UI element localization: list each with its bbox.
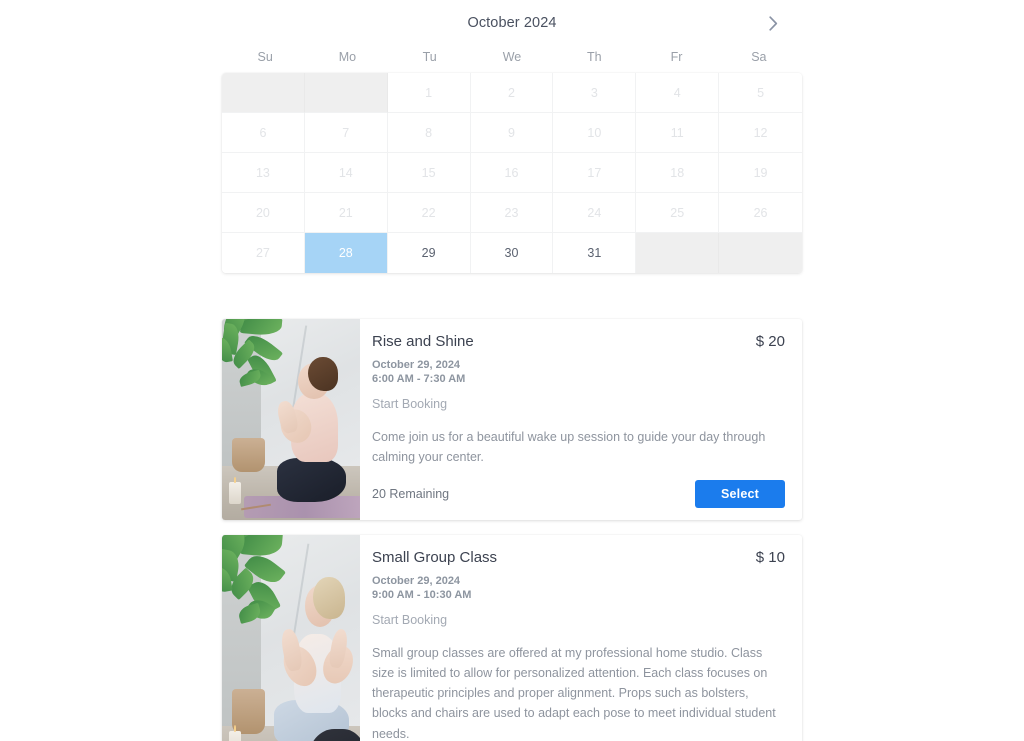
weekday-th: Th	[586, 50, 602, 64]
class-card: Small Group Class $ 10 October 29, 2024 9:0…	[222, 535, 802, 741]
class-date: October 29, 2024	[372, 575, 461, 587]
class-card-body: Small Group Class $ 10 October 29, 2024 9:0…	[360, 535, 802, 741]
class-price: $ 10	[755, 549, 785, 566]
class-remaining-count: 20 Remaining	[372, 487, 450, 501]
class-title: Small Group Class	[372, 549, 498, 566]
calendar-day-30[interactable]: 30	[470, 233, 554, 273]
weekday-we: We	[502, 50, 522, 64]
weekday-mo: Mo	[338, 50, 357, 64]
calendar-day-25: 25	[636, 193, 720, 233]
calendar-cell-empty	[222, 73, 305, 113]
calendar-day-23: 23	[470, 193, 554, 233]
calendar-weekday-row: Su Mo Tu We Th Fr Sa	[222, 50, 802, 73]
class-time: 6:00 AM - 7:30 AM	[372, 372, 466, 385]
calendar-day-13: 13	[222, 153, 305, 193]
class-description: Small group classes are offered at my pr…	[372, 645, 776, 741]
chevron-right-icon[interactable]	[762, 12, 784, 34]
calendar-day-27: 27	[222, 233, 305, 273]
class-card-body: Rise and Shine $ 20 October 29, 2024 6:00 A…	[360, 319, 802, 520]
booking-page: October 2024 Su Mo Tu We Th Fr Sa 123456…	[0, 0, 1024, 741]
calendar-day-8: 8	[387, 113, 471, 153]
class-title: Rise and Shine	[372, 333, 474, 350]
calendar-day-4: 4	[636, 73, 720, 113]
class-footer-row: 20 Remaining Select	[372, 480, 785, 508]
calendar-day-22: 22	[387, 193, 471, 233]
class-price: $ 20	[755, 333, 785, 350]
class-thumbnail	[222, 319, 360, 520]
calendar-day-9: 9	[470, 113, 554, 153]
calendar-day-14: 14	[304, 153, 388, 193]
calendar-day-28[interactable]: 28	[304, 233, 388, 273]
calendar-day-12: 12	[719, 113, 802, 153]
calendar-cell-empty	[636, 233, 720, 273]
weekday-sa: Sa	[751, 50, 767, 64]
class-description: Come join us for a beautiful wake up ses…	[372, 429, 766, 464]
calendar-day-21: 21	[304, 193, 388, 233]
calendar-day-11: 11	[636, 113, 720, 153]
class-thumbnail	[222, 535, 360, 741]
calendar-day-6: 6	[222, 113, 305, 153]
weekday-su: Su	[257, 50, 273, 64]
class-booking-status: Start Booking	[372, 612, 448, 627]
calendar-cell-empty	[719, 233, 802, 273]
calendar-day-7: 7	[304, 113, 388, 153]
calendar: October 2024 Su Mo Tu We Th Fr Sa 123456…	[222, 0, 802, 273]
calendar-grid: 1 2 3 4 5 6 7 8 9 10 11 12 13 14 15 16 17 18 19 20 21 22 23 24 2…	[222, 73, 802, 273]
calendar-day-19: 19	[719, 153, 802, 193]
calendar-day-16: 16	[470, 153, 554, 193]
calendar-day-29[interactable]: 29	[387, 233, 471, 273]
calendar-cell-empty	[304, 73, 388, 113]
class-list: Rise and Shine $ 20 October 29, 2024 6:00 A…	[222, 273, 802, 741]
calendar-month-title: October 2024	[467, 15, 557, 31]
class-card: Rise and Shine $ 20 October 29, 2024 6:00 A…	[222, 319, 802, 520]
calendar-day-15: 15	[387, 153, 471, 193]
calendar-day-10: 10	[553, 113, 637, 153]
class-date: October 29, 2024	[372, 359, 461, 371]
calendar-day-31[interactable]: 31	[553, 233, 637, 273]
class-booking-status: Start Booking	[372, 396, 448, 411]
calendar-day-20: 20	[222, 193, 305, 233]
calendar-day-2: 2	[470, 73, 554, 113]
calendar-grid-shell: 1 2 3 4 5 6 7 8 9 10 11 12 13 14 15 16 17 18 19 20 21 22 23 24 2…	[222, 73, 802, 273]
calendar-day-18: 18	[636, 153, 720, 193]
weekday-tu: Tu	[422, 50, 437, 64]
calendar-day-17: 17	[553, 153, 637, 193]
class-title-row: Rise and Shine $ 20	[372, 333, 785, 350]
select-button[interactable]: Select	[694, 480, 785, 508]
yoga-photo-illustration	[222, 319, 360, 520]
calendar-header: October 2024	[222, 8, 802, 38]
calendar-day-3: 3	[553, 73, 637, 113]
yoga-photo-illustration	[222, 535, 360, 741]
calendar-day-1: 1	[387, 73, 471, 113]
calendar-day-5: 5	[719, 73, 802, 113]
weekday-fr: Fr	[670, 50, 683, 64]
calendar-day-24: 24	[553, 193, 637, 233]
calendar-day-26: 26	[719, 193, 802, 233]
class-title-row: Small Group Class $ 10	[372, 549, 785, 566]
class-time: 9:00 AM - 10:30 AM	[372, 588, 472, 601]
